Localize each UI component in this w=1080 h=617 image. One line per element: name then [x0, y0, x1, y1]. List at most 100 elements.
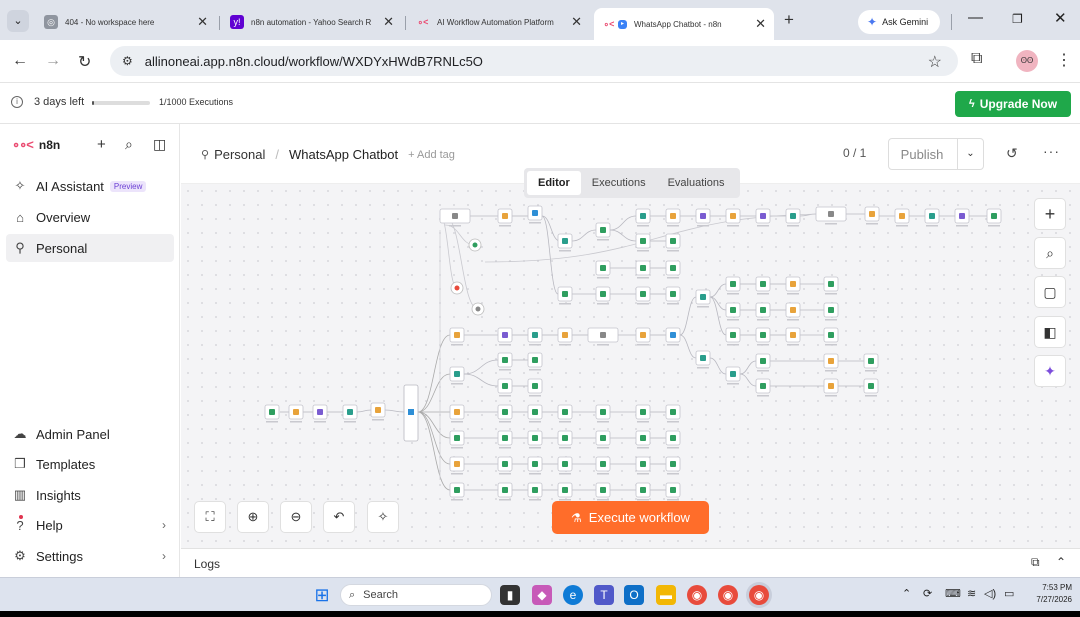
workflow-node[interactable]	[954, 208, 970, 227]
forward-arrow-icon[interactable]: →	[45, 52, 61, 70]
workflow-node[interactable]	[635, 404, 651, 423]
workflow-node[interactable]	[755, 353, 771, 372]
sidebar-item-help[interactable]: ? Help ›	[6, 511, 174, 539]
workflow-node[interactable]	[725, 327, 741, 346]
workflow-node[interactable]	[823, 353, 839, 372]
back-arrow-icon[interactable]: ←	[12, 52, 28, 70]
workflow-node[interactable]	[635, 260, 651, 279]
workflow-node[interactable]	[449, 327, 465, 346]
workflow-node[interactable]	[635, 327, 651, 346]
keyboard-icon[interactable]: ⌨	[945, 587, 961, 600]
workflow-node[interactable]	[527, 205, 543, 224]
add-node-button[interactable]: +	[1034, 198, 1066, 230]
search-nodes-icon[interactable]: ⌕	[1034, 237, 1066, 269]
chevron-up-icon[interactable]: ⌃	[1056, 555, 1066, 569]
workflow-node[interactable]	[595, 260, 611, 279]
site-info-icon[interactable]: ⚙	[122, 54, 133, 68]
workflow-node[interactable]	[595, 404, 611, 423]
workflow-node[interactable]	[665, 404, 681, 423]
system-clock[interactable]: 7:53 PM 7/27/2026	[1026, 582, 1072, 606]
file-explorer-icon[interactable]: ▬	[656, 585, 676, 605]
sidebar-item-templates[interactable]: ❒ Templates	[6, 450, 174, 478]
workflow-node[interactable]	[587, 327, 619, 346]
workflow-node[interactable]	[755, 276, 771, 295]
workflow-node[interactable]	[635, 286, 651, 305]
more-options-icon[interactable]: ···	[1043, 143, 1060, 159]
n8n-logo[interactable]: ∘∘< n8n	[12, 137, 60, 153]
browser-tab-3[interactable]: ∘< AI Workflow Automation Platform ✕	[408, 8, 590, 36]
browser-tab-2[interactable]: y! n8n automation - Yahoo Search R ✕	[222, 8, 402, 36]
workflow-node[interactable]	[497, 430, 513, 449]
search-icon[interactable]: ⌕	[125, 136, 133, 153]
workflow-node[interactable]	[823, 276, 839, 295]
ask-gemini-button[interactable]: ✦ Ask Gemini	[858, 10, 940, 34]
workflow-node[interactable]	[665, 233, 681, 252]
close-window-button[interactable]: ✕	[1054, 9, 1067, 27]
workflow-node[interactable]	[695, 289, 711, 308]
workflow-node[interactable]	[527, 378, 543, 397]
battery-icon[interactable]: ▭	[1004, 587, 1014, 600]
workflow-node[interactable]	[863, 353, 879, 372]
breadcrumb-project[interactable]: Personal	[214, 147, 265, 162]
publish-button[interactable]: Publish	[889, 147, 957, 162]
workflow-node[interactable]	[557, 430, 573, 449]
wifi-icon[interactable]: ≋	[967, 587, 976, 600]
workflow-node[interactable]	[527, 430, 543, 449]
collapse-sidebar-icon[interactable]: ◫	[153, 136, 166, 153]
workflow-node[interactable]	[785, 302, 801, 321]
workflow-node[interactable]	[725, 366, 741, 385]
bookmark-star-icon[interactable]: ☆	[928, 52, 942, 72]
extensions-icon[interactable]: ⧉	[971, 50, 982, 68]
workflow-node[interactable]	[471, 302, 485, 316]
close-icon[interactable]: ✕	[197, 14, 208, 30]
zoom-out-icon[interactable]: ⊖	[280, 501, 312, 533]
workflow-node[interactable]	[449, 430, 465, 449]
workflow-node[interactable]	[527, 456, 543, 475]
workflow-node[interactable]	[497, 327, 513, 346]
workflow-node[interactable]	[635, 430, 651, 449]
workflow-node[interactable]	[635, 233, 651, 252]
url-text[interactable]: allinoneai.app.n8n.cloud/workflow/WXDYxH…	[145, 54, 483, 69]
chrome-icon[interactable]: ◉	[687, 585, 707, 605]
tab-evaluations[interactable]: Evaluations	[657, 171, 736, 195]
workflow-canvas[interactable]: Editor Executions Evaluations + ⌕ ▢ ◧ ✦ …	[181, 168, 1080, 548]
workflow-name[interactable]: WhatsApp Chatbot	[289, 147, 398, 162]
panel-toggle-icon[interactable]: ◧	[1034, 316, 1066, 348]
chrome-active-icon[interactable]: ◉	[749, 585, 769, 605]
omnibox[interactable]: ⚙ allinoneai.app.n8n.cloud/workflow/WXDY…	[110, 46, 958, 76]
workflow-node[interactable]	[894, 208, 910, 227]
add-tag-button[interactable]: + Add tag	[408, 149, 455, 161]
volume-icon[interactable]: ◁)	[984, 587, 996, 600]
chrome-profile-icon[interactable]: ◉	[718, 585, 738, 605]
sidebar-item-settings[interactable]: ⚙ Settings ›	[6, 542, 174, 570]
workflow-node[interactable]	[986, 208, 1002, 227]
workflow-node[interactable]	[557, 233, 573, 252]
upgrade-now-button[interactable]: ϟ Upgrade Now	[955, 91, 1071, 117]
new-tab-button[interactable]: +	[784, 10, 794, 30]
workflow-node[interactable]	[635, 208, 651, 227]
workflow-node[interactable]	[755, 378, 771, 397]
close-icon[interactable]: ✕	[755, 16, 766, 32]
workflow-node[interactable]	[755, 327, 771, 346]
workflow-node[interactable]	[595, 430, 611, 449]
windows-start-icon[interactable]: ⊞	[312, 585, 332, 605]
sidebar-item-admin-panel[interactable]: ☁ Admin Panel	[6, 420, 174, 448]
ai-sparkle-icon[interactable]: ✦	[1034, 355, 1066, 387]
workflow-node[interactable]	[815, 206, 847, 225]
workflow-node[interactable]	[557, 327, 573, 346]
workflow-node[interactable]	[823, 302, 839, 321]
copilot-icon[interactable]: ◆	[532, 585, 552, 605]
workflow-node[interactable]	[863, 378, 879, 397]
workflow-node[interactable]	[497, 378, 513, 397]
workflow-node[interactable]	[785, 327, 801, 346]
workflow-node[interactable]	[449, 482, 465, 501]
workflow-node[interactable]	[595, 286, 611, 305]
zoom-in-icon[interactable]: ⊕	[237, 501, 269, 533]
workflow-node[interactable]	[823, 378, 839, 397]
taskbar-search-box[interactable]: ⌕ Search	[340, 584, 492, 606]
teams-icon[interactable]: T	[594, 585, 614, 605]
workflow-node[interactable]	[370, 402, 386, 421]
outlook-icon[interactable]: O	[624, 585, 644, 605]
restore-button[interactable]: ❐	[1012, 12, 1023, 26]
sidebar-item-insights[interactable]: ▥ Insights	[6, 481, 174, 509]
